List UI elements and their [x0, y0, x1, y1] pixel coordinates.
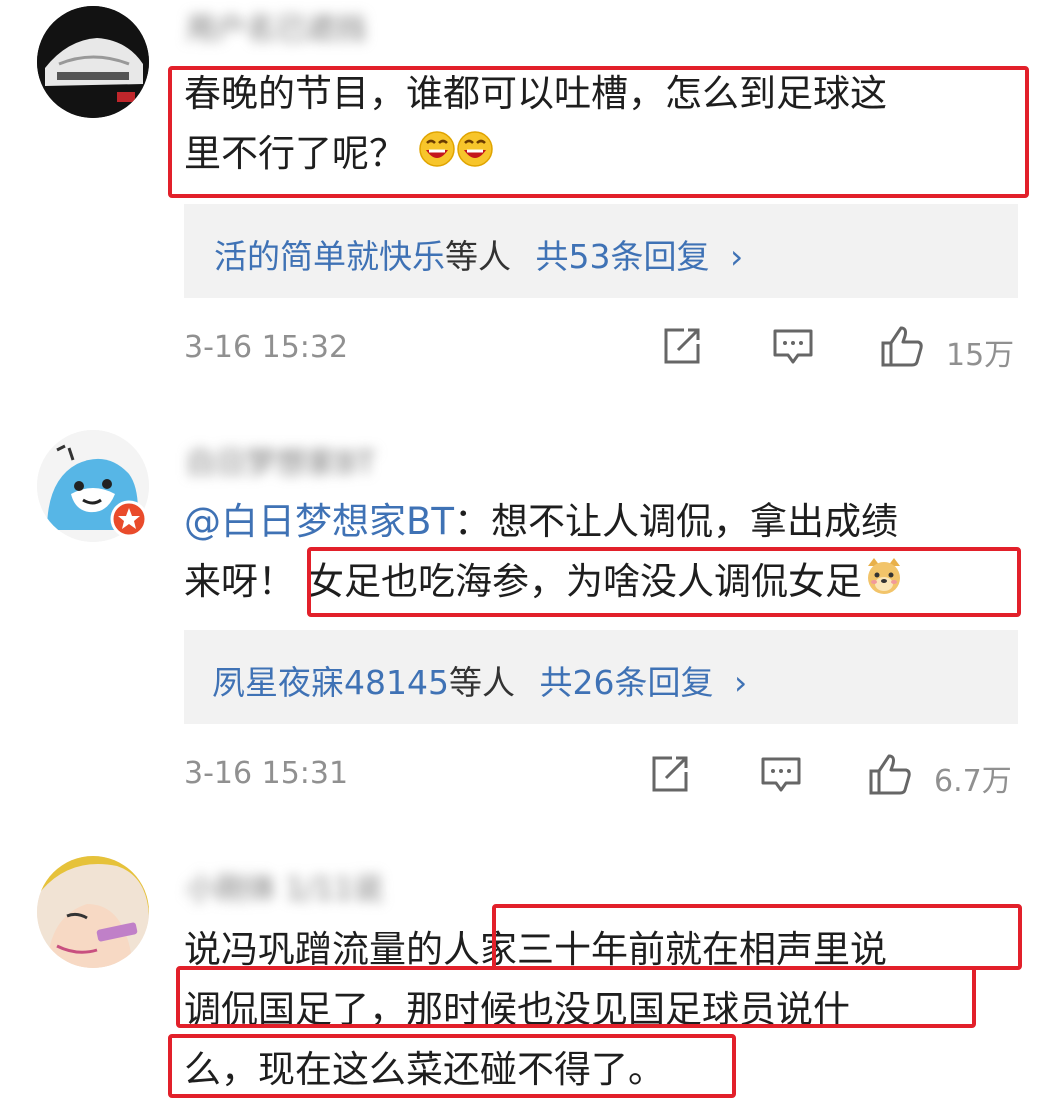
like-icon[interactable]	[880, 324, 924, 368]
comment-icon[interactable]	[760, 756, 802, 794]
replies-summary[interactable]: 活的简单就快乐等人 共53条回复 ›	[184, 204, 1018, 298]
comment-text-fragment: 来呀！	[184, 560, 295, 603]
verified-badge	[110, 500, 148, 542]
timestamp: 3-16 15:31	[184, 756, 349, 791]
chevron-right-icon: ›	[733, 663, 748, 702]
like-count: 15万	[946, 338, 1015, 373]
mention-link[interactable]: @白日梦想家BT	[184, 500, 454, 543]
highlight-box	[492, 904, 1022, 970]
reply-users-suffix: 等人	[448, 663, 515, 702]
comment-icon[interactable]	[772, 328, 814, 366]
reply-users-suffix: 等人	[445, 237, 511, 276]
highlight-box	[168, 66, 1029, 198]
avatar[interactable]	[37, 856, 149, 968]
reply-count-link[interactable]: 共26条回复	[539, 663, 713, 702]
reply-users-link[interactable]: 活的简单就快乐	[214, 237, 445, 276]
highlight-box	[176, 966, 976, 1028]
comment-text-fragment: 说冯巩蹭流量的	[184, 928, 443, 971]
username-blurred[interactable]: 白日梦想家BT	[186, 438, 375, 482]
timestamp: 3-16 15:32	[184, 330, 349, 365]
comment-text-fragment: ：想不让人调侃，拿出成绩	[453, 500, 898, 543]
share-icon[interactable]	[662, 326, 702, 366]
share-icon[interactable]	[650, 754, 690, 794]
like-icon[interactable]	[868, 752, 912, 796]
reply-users-link[interactable]: 夙星夜寐48145	[212, 663, 449, 702]
like-count: 6.7万	[934, 764, 1012, 799]
avatar[interactable]	[37, 6, 149, 118]
username-blurred[interactable]: 小刚体 1/11说	[186, 864, 383, 908]
reply-count-link[interactable]: 共53条回复	[536, 237, 710, 276]
comment-text-line: @白日梦想家BT：想不让人调侃，拿出成绩	[184, 492, 904, 552]
replies-summary[interactable]: 夙星夜寐48145等人 共26条回复 ›	[184, 630, 1018, 724]
highlight-box	[307, 547, 1021, 617]
chevron-right-icon: ›	[730, 237, 744, 276]
username-blurred[interactable]: 用户名已遮挡	[186, 4, 366, 48]
highlight-box	[168, 1034, 736, 1098]
